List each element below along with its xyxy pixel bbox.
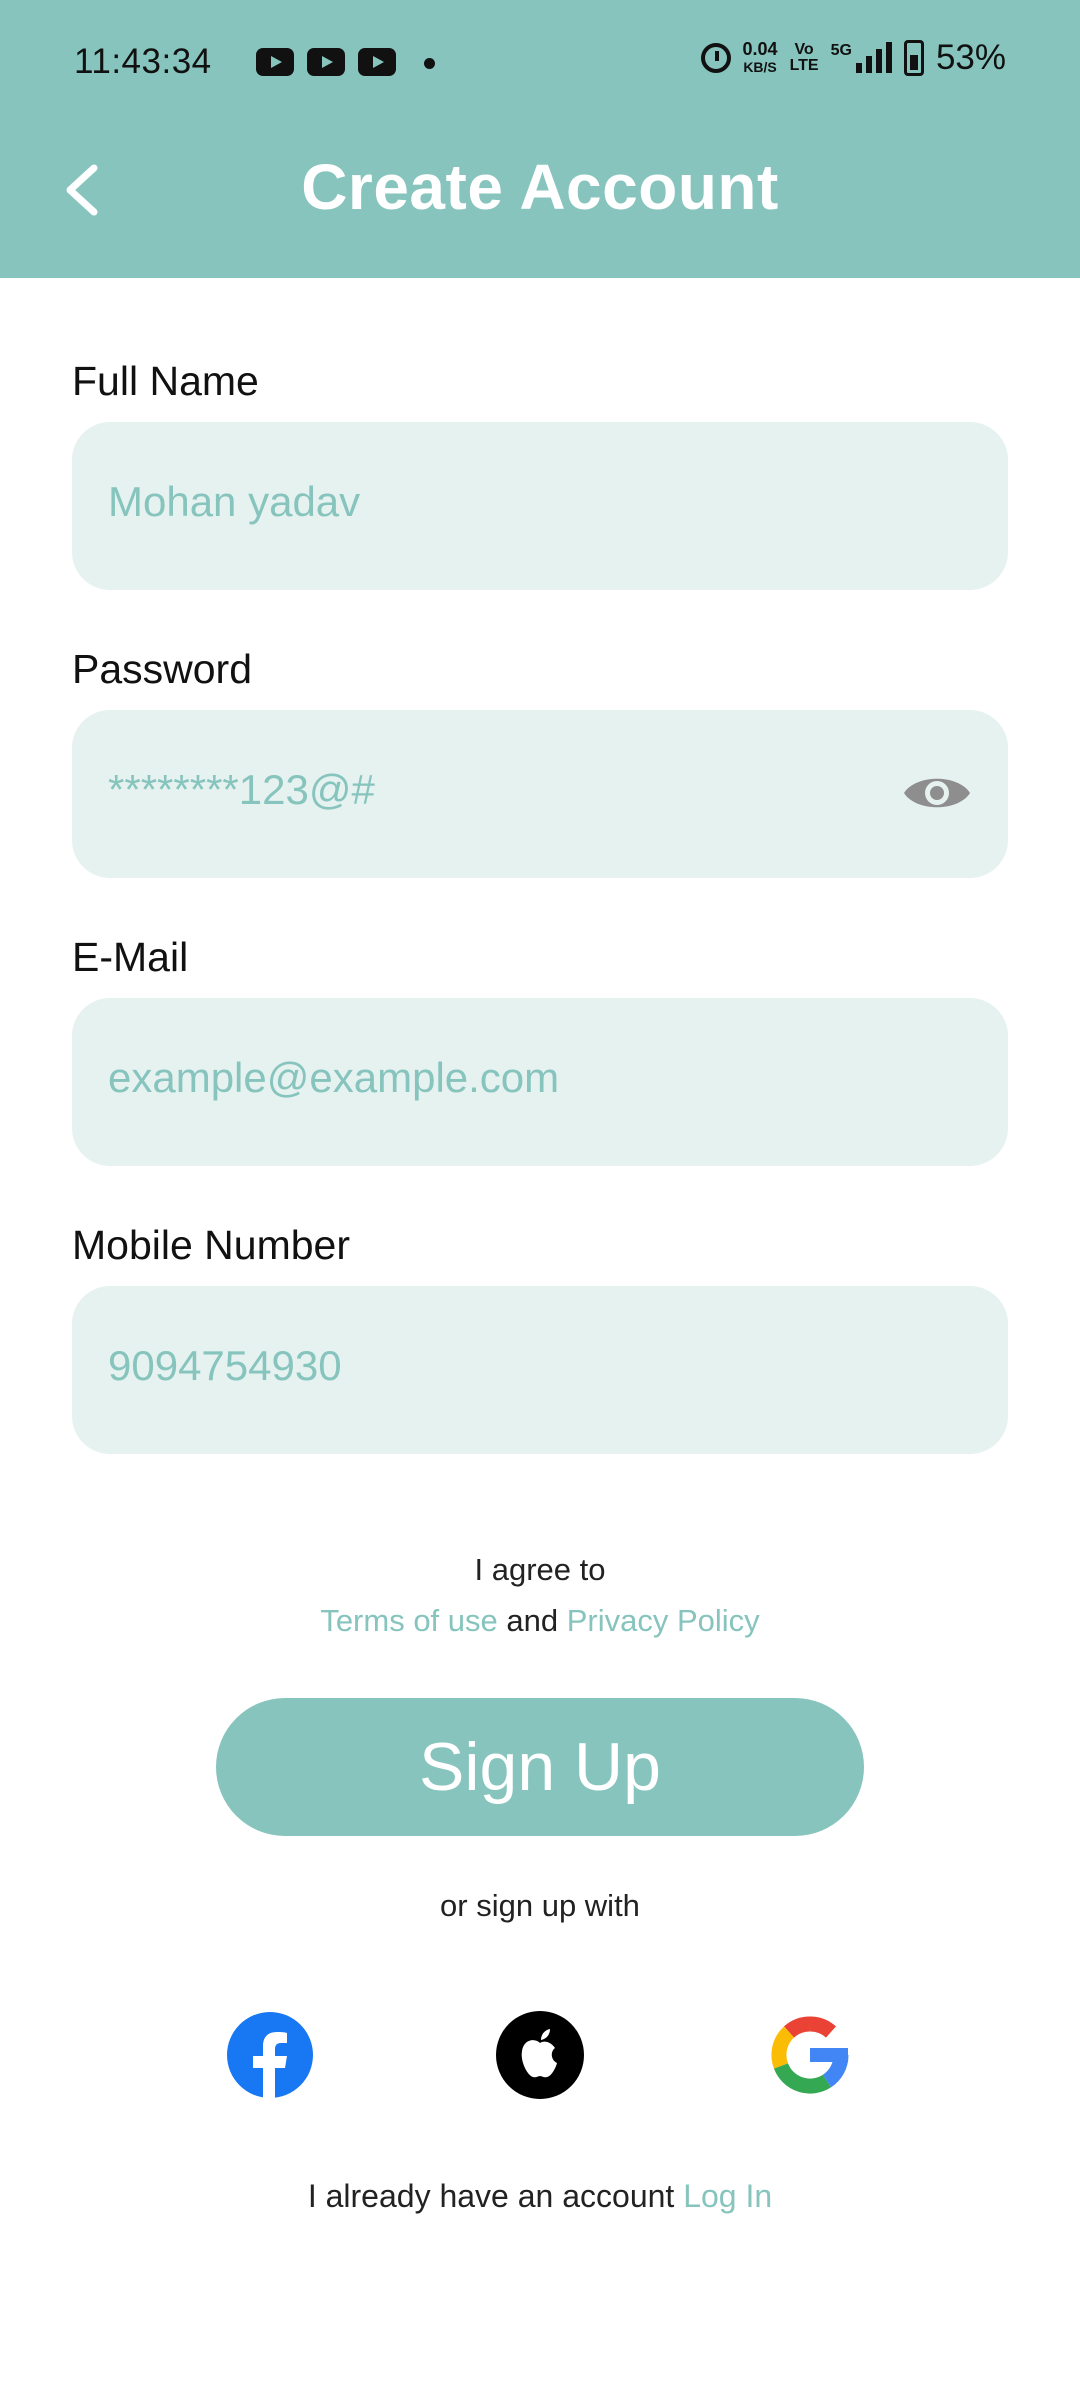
youtube-notification-icon [307,48,345,76]
terms-of-use-link[interactable]: Terms of use [320,1603,497,1638]
more-notifications-dot-icon [424,58,435,69]
log-in-link[interactable]: Log In [683,2178,772,2214]
battery-percent: 53% [935,38,1006,77]
status-time: 11:43:34 [74,42,212,81]
google-icon [771,2016,849,2094]
and-text: and [506,1603,559,1638]
alarm-icon [700,43,731,73]
full-name-label: Full Name [72,358,259,404]
eye-icon[interactable] [902,770,972,816]
full-name-value: Mohan yadav [108,478,361,525]
youtube-notification-icon [256,48,294,76]
network-type: 5G [830,42,852,59]
page-title: Create Account [301,151,779,223]
login-prompt: I already have an account Log In [0,2178,1080,2215]
privacy-policy-link[interactable]: Privacy Policy [567,1603,760,1638]
agree-text: I agree to [474,1552,606,1587]
volte-bottom: LTE [789,57,819,74]
or-sign-up-with-text: or sign up with [440,1888,640,1923]
already-have-account-text: I already have an account [307,2178,675,2214]
password-field[interactable]: ********123@# [72,710,1008,878]
signal-strength: 5G [830,42,892,73]
facebook-signup-button[interactable] [225,2010,315,2100]
mobile-number-label: Mobile Number [72,1222,350,1268]
network-speed-value: 0.04 [742,39,778,59]
email-label: E-Mail [72,934,189,980]
email-value: example@example.com [108,1054,560,1101]
sign-up-button[interactable]: Sign Up [216,1698,864,1836]
header-bar: 11:43:34 0.04 KB/S Vo LTE 5G 53% Create … [0,0,1080,278]
full-name-field[interactable]: Mohan yadav [72,422,1008,590]
google-signup-button[interactable] [765,2010,855,2100]
signal-bars-icon [855,42,892,73]
battery-icon [903,40,924,76]
mobile-number-field[interactable]: 9094754930 [72,1286,1008,1454]
network-speed-unit: KB/S [743,59,777,75]
network-speed: 0.04 KB/S [743,40,778,76]
password-value: ********123@# [108,766,375,813]
volte-top: Vo [794,41,814,58]
apple-icon [496,2011,584,2099]
password-label: Password [72,646,253,692]
apple-signup-button[interactable] [495,2010,585,2100]
youtube-notification-icon [358,48,396,76]
mobile-number-value: 9094754930 [108,1342,342,1389]
volte-indicator: Vo LTE [790,42,819,74]
agreement-links: Terms of use and Privacy Policy [0,1603,1080,1639]
email-field[interactable]: example@example.com [72,998,1008,1166]
status-bar: 11:43:34 0.04 KB/S Vo LTE 5G 53% [0,0,1080,126]
facebook-icon [227,2012,313,2100]
